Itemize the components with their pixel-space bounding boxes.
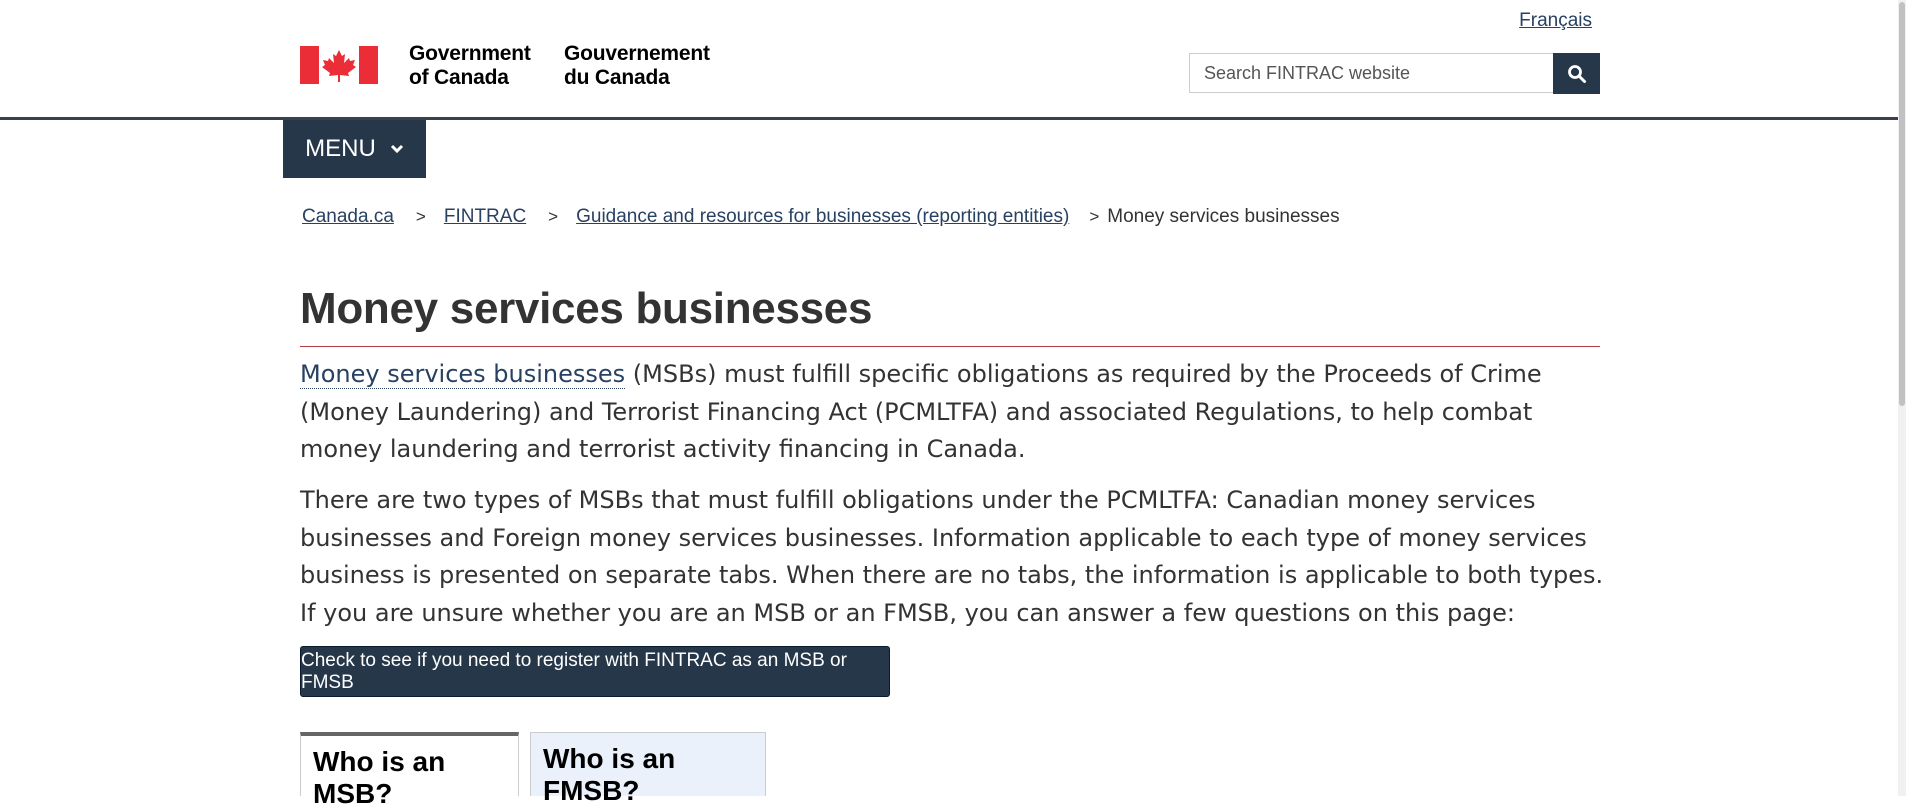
language-toggle-link[interactable]: Français [1519,10,1592,32]
canada-flag-logo [300,46,378,84]
breadcrumb-separator: > [548,207,559,226]
search-input[interactable]: Search FINTRAC website [1189,53,1554,93]
breadcrumb-current: Money services businesses [1107,206,1340,227]
breadcrumb-separator: > [415,207,426,226]
types-paragraph: There are two types of MSBs that must fu… [300,486,1604,627]
menu-label: MENU [305,135,376,162]
scrollbar-thumb[interactable] [1899,2,1905,406]
search-icon [1567,64,1586,83]
msb-definition-link[interactable]: Money services businesses [300,360,626,389]
chevron-down-icon [390,144,403,154]
breadcrumb-guidance-link[interactable]: Guidance and resources for businesses (r… [576,206,1069,227]
gouvernement-du-canada-wordmark: Gouvernement du Canada [564,42,710,89]
breadcrumb: Canada.ca > FINTRAC > Guidance and resources… [302,206,1340,228]
government-of-canada-wordmark: Government of Canada [409,42,531,89]
breadcrumb-canada-link[interactable]: Canada.ca [302,206,394,227]
breadcrumb-fintrac-link[interactable]: FINTRAC [444,206,526,227]
page-title: Money services businesses [300,284,873,333]
search-button[interactable] [1553,53,1600,94]
breadcrumb-separator: > [1089,207,1100,226]
intro-paragraph: Money services businesses (MSBs) must fu… [300,356,1620,469]
check-registration-button[interactable]: Check to see if you need to register wit… [300,646,890,697]
tab-who-is-fmsb[interactable]: Who is an FMSB? [530,732,766,806]
title-underline [300,346,1600,347]
tab-who-is-msb[interactable]: Who is an MSB? [300,732,519,809]
menu-button[interactable]: MENU [283,120,426,178]
